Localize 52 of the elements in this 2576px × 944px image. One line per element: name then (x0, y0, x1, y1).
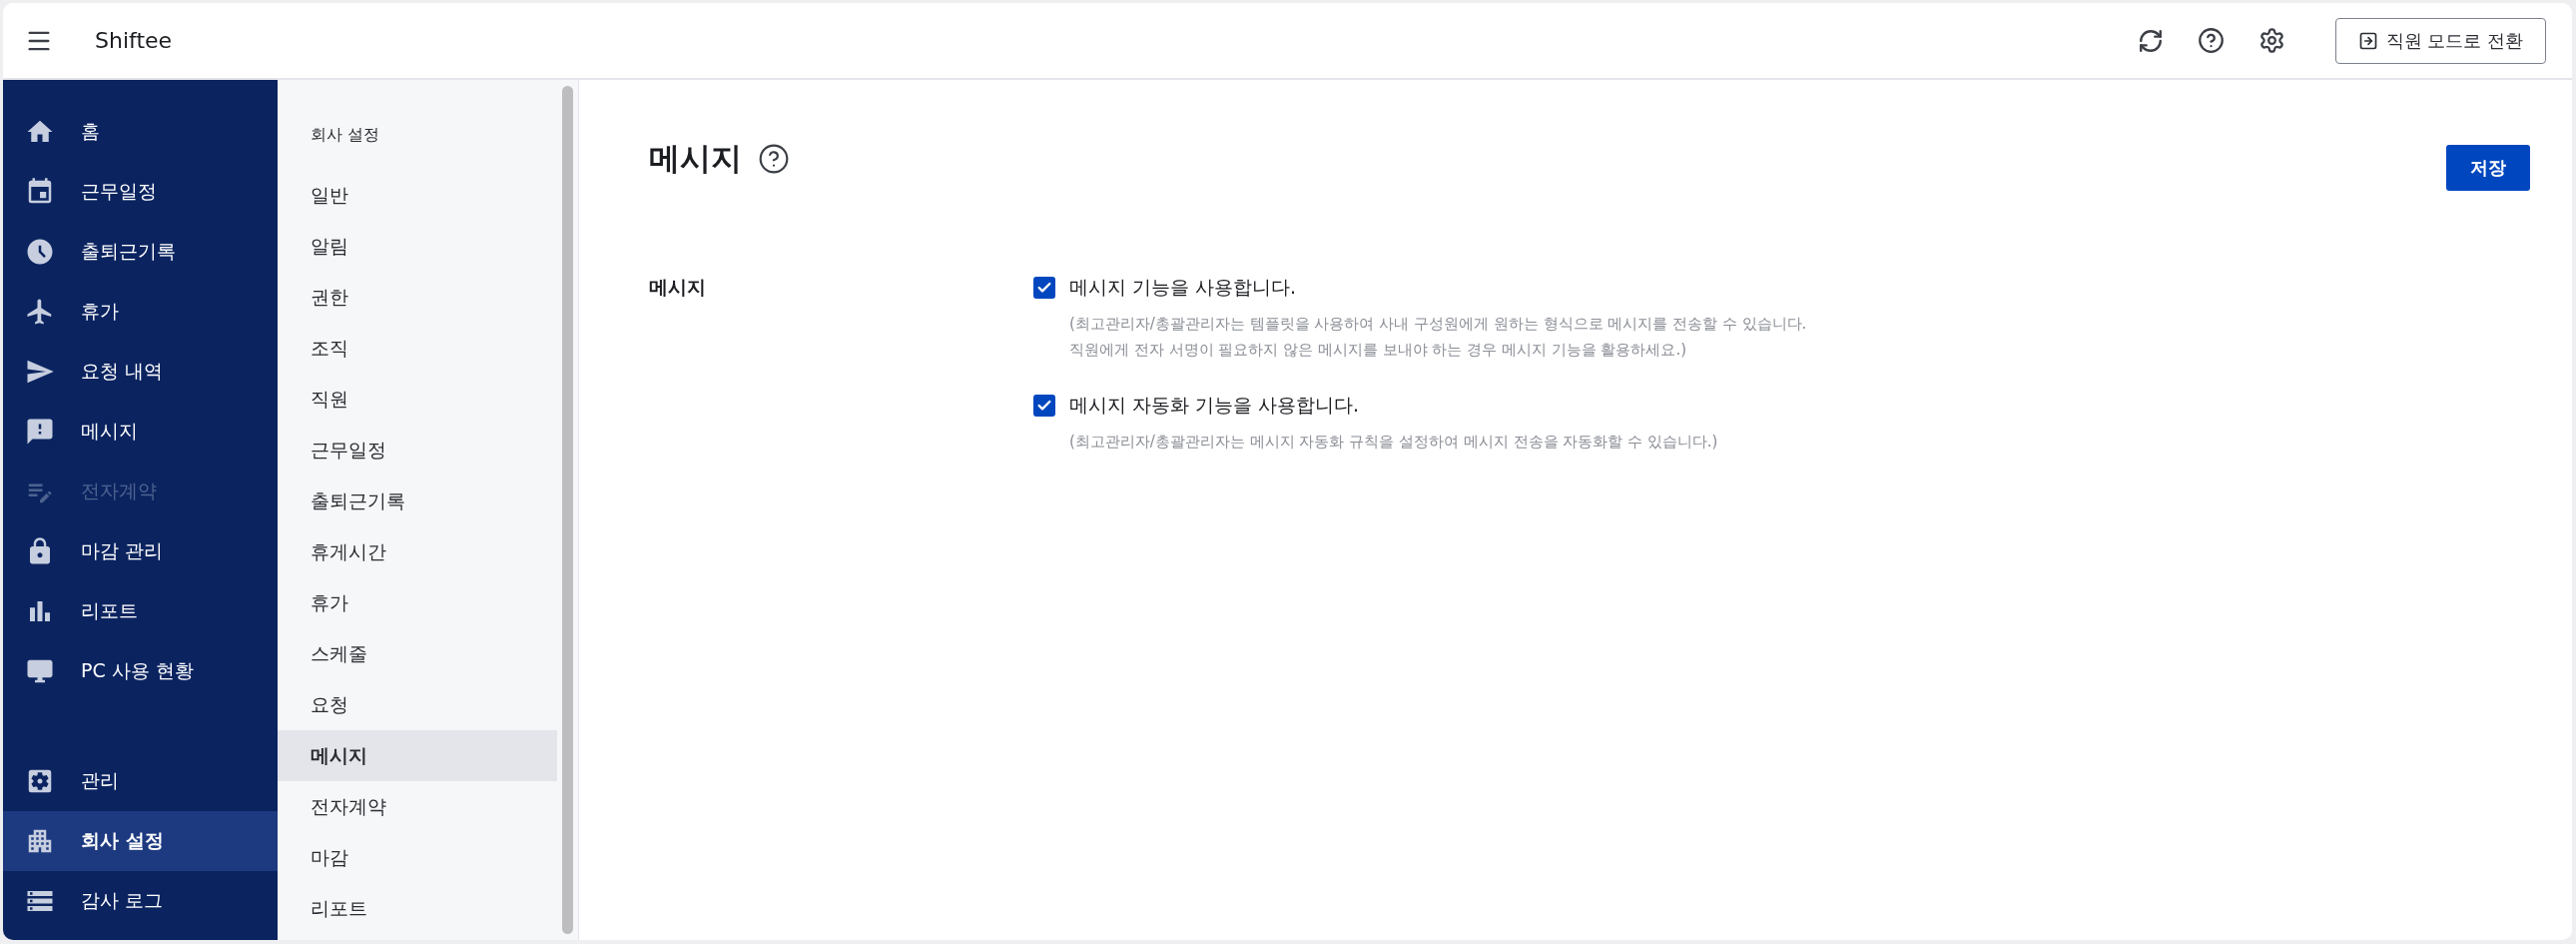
help-icon (2197, 27, 2225, 54)
sidebar-item[interactable]: 리포트 (3, 581, 278, 641)
settings-menu-item[interactable]: 출퇴근기록 (278, 475, 557, 526)
message-icon (25, 417, 55, 447)
sidebar-item[interactable]: 요청 내역 (3, 342, 278, 402)
checkbox-label: 메시지 기능을 사용합니다. (1069, 275, 1297, 300)
sidebar-item[interactable]: 근무일정 (3, 162, 278, 222)
sidebar-item[interactable]: 관리 (3, 751, 278, 811)
sidebar-item[interactable]: PC 사용 현황 (3, 641, 278, 701)
save-button[interactable]: 저장 (2446, 145, 2530, 191)
page-title: 메시지 (649, 139, 742, 178)
settings-button[interactable] (2257, 27, 2285, 54)
settings-menu-item[interactable]: 권한 (278, 272, 557, 323)
refresh-icon (2137, 27, 2164, 54)
settings-menu-item[interactable]: 일반 (278, 170, 557, 221)
checkbox[interactable] (1033, 395, 1055, 417)
sidebar-item[interactable]: 출퇴근기록 (3, 222, 278, 282)
help-icon (758, 143, 790, 175)
settings-menu-item[interactable]: 휴게시간 (278, 526, 557, 577)
settings-menu-item[interactable]: 요청 (278, 679, 557, 730)
settings-menu-item[interactable]: 전자계약 (278, 781, 557, 832)
menu-heading: 회사 설정 (310, 123, 381, 146)
arrow-box-icon (2357, 30, 2378, 51)
settings-menu-item[interactable]: 근무일정 (278, 425, 557, 475)
checkbox[interactable] (1033, 277, 1055, 299)
help-button[interactable] (2197, 27, 2225, 54)
sidebar-item[interactable]: 회사 설정 (3, 811, 278, 871)
section-label: 메시지 (649, 275, 707, 300)
scrollbar-thumb[interactable] (562, 86, 573, 934)
option-description: (최고관리자/총괄관리자는 템플릿을 사용하여 사내 구성원에게 원하는 형식으로 메시지를 전송할 수 있습니다. 직원에게 전자 서명이 필요하지 않은 메시지를 보내야 하는 경우 메시지 기능을 활용하세요.) (1069, 314, 1807, 361)
help-button[interactable] (758, 143, 790, 175)
settings-menu-item[interactable]: 조직 (278, 323, 557, 374)
clock-icon (25, 237, 55, 267)
app-title: Shiftee (95, 28, 173, 53)
option-description: (최고관리자/총괄관리자는 메시지 자동화 규칙을 설정하여 메시지 전송을 자동화할 수 있습니다.) (1069, 432, 1719, 453)
sidebar-item[interactable]: 마감 관리 (3, 521, 278, 581)
checkbox-label: 메시지 자동화 기능을 사용합니다. (1069, 393, 1360, 418)
settings-menu-item[interactable]: 리포트 (278, 883, 557, 934)
settings-menu-item[interactable]: 마감 (278, 832, 557, 883)
settings-menu-item[interactable]: 메시지 (278, 730, 557, 781)
sidebar-item[interactable]: 메시지 (3, 402, 278, 462)
refresh-button[interactable] (2137, 27, 2164, 54)
settings-icon (2257, 27, 2285, 54)
sidebar-item[interactable]: 휴가 (3, 282, 278, 342)
settings-menu-item[interactable]: 직원 (278, 374, 557, 425)
settings-menu-item[interactable]: 휴가 (278, 577, 557, 628)
sidebar-item[interactable]: 홈 (3, 102, 278, 162)
scrollbar[interactable] (557, 80, 579, 940)
settings-menu-item[interactable]: 스케줄 (278, 628, 557, 679)
settings-menu-item[interactable]: 알림 (278, 221, 557, 272)
sidebar-item[interactable]: 감사 로그 (3, 871, 278, 931)
switch-mode-button[interactable]: 직원 모드로 전환 (2334, 17, 2546, 64)
